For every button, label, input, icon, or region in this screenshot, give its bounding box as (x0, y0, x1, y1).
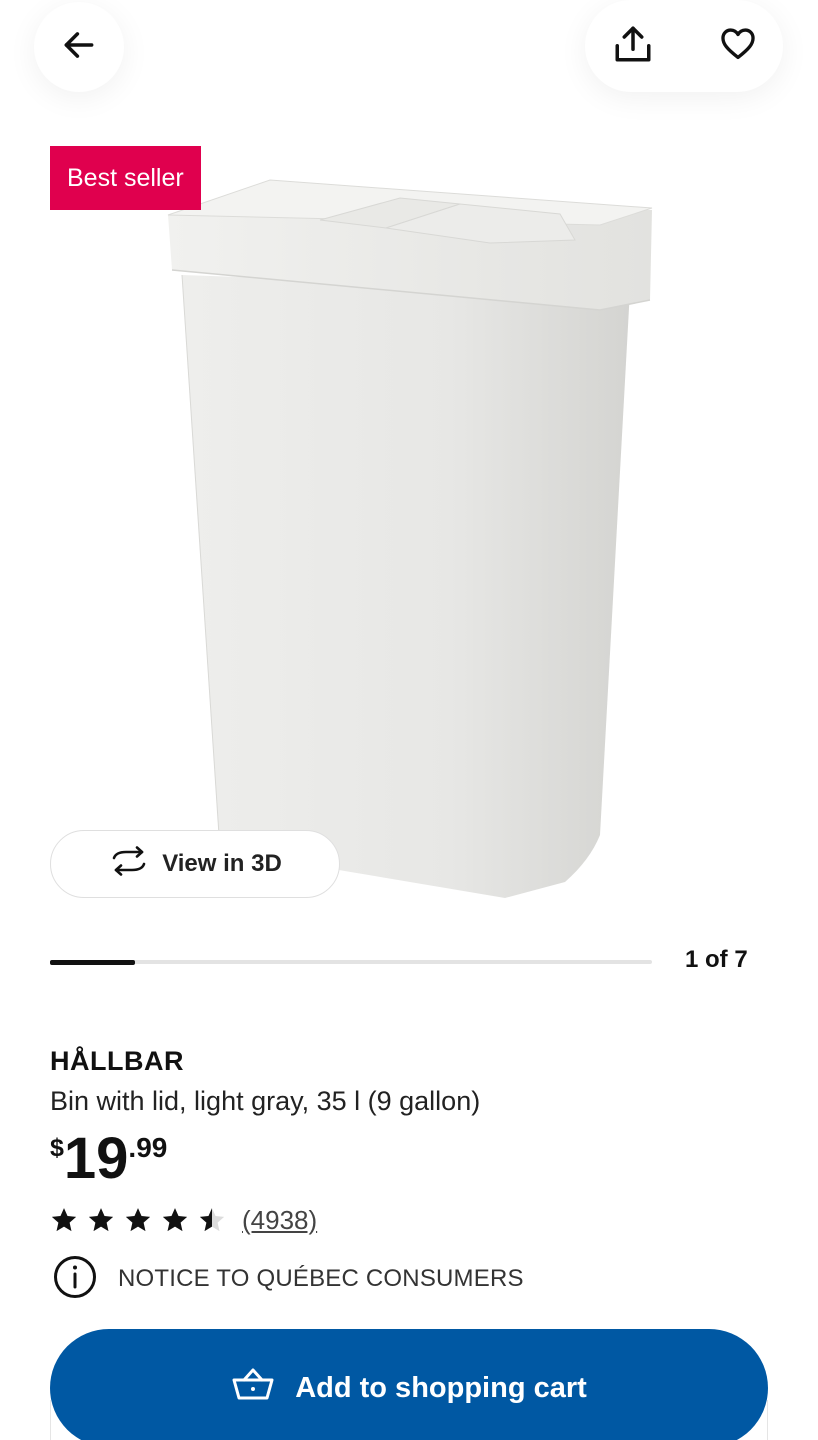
arrow-left-icon (60, 26, 98, 69)
notice-text: NOTICE TO QUÉBEC CONSUMERS (118, 1265, 524, 1292)
share-upload-icon (611, 23, 655, 70)
add-to-cart-label: Add to shopping cart (295, 1371, 587, 1404)
product-page: Best seller View in 3D 1 of 7 HÅLLBAR Bi… (0, 0, 818, 1440)
review-count-link[interactable]: (4938) (242, 1205, 317, 1236)
info-circle-icon (52, 1254, 98, 1305)
product-image[interactable] (160, 170, 660, 910)
price-currency: $ (50, 1134, 64, 1162)
view-in-3d-button[interactable]: View in 3D (50, 830, 340, 898)
top-bar (0, 0, 818, 120)
rating[interactable]: (4938) (50, 1202, 317, 1238)
product-description: Bin with lid, light gray, 35 l (9 gallon… (50, 1086, 481, 1116)
star-full-icon (125, 1208, 151, 1232)
view-in-3d-label: View in 3D (162, 850, 282, 877)
back-button[interactable] (34, 2, 124, 92)
star-half-icon (199, 1208, 225, 1232)
heart-outline-icon (718, 25, 758, 68)
product-name[interactable]: HÅLLBAR (50, 1046, 184, 1077)
carousel-counter: 1 of 7 (685, 946, 748, 973)
header-actions (585, 0, 783, 92)
star-full-icon (88, 1208, 114, 1232)
favorite-button[interactable] (710, 16, 766, 76)
best-seller-badge: Best seller (50, 146, 201, 210)
rotate-3d-icon (108, 845, 150, 883)
share-button[interactable] (605, 16, 661, 76)
shopping-basket-icon (231, 1365, 275, 1411)
rating-stars (50, 1206, 226, 1234)
carousel-progress-fill (50, 959, 136, 965)
price-integer: 19 (63, 1126, 129, 1191)
star-full-icon (162, 1208, 188, 1232)
star-full-icon (51, 1208, 77, 1232)
quebec-notice-link[interactable]: NOTICE TO QUÉBEC CONSUMERS (52, 1254, 524, 1305)
add-to-cart-button[interactable]: Add to shopping cart (50, 1329, 768, 1440)
carousel-progress[interactable] (50, 959, 652, 965)
product-price: $ 19 .99 (50, 1124, 167, 1194)
price-decimal: .99 (128, 1132, 168, 1163)
